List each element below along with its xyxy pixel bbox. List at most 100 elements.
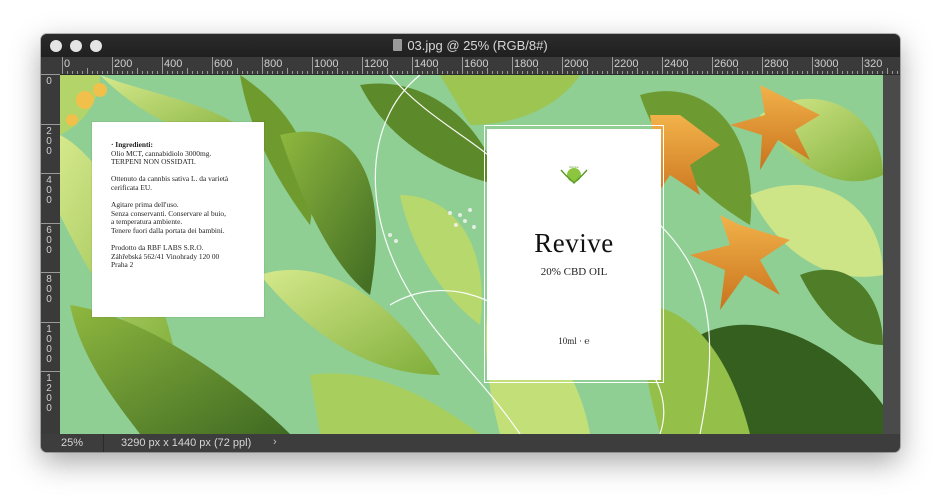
ruler-minor-tick — [407, 71, 408, 74]
ruler-minor-tick — [527, 71, 528, 74]
ruler-minor-tick — [802, 71, 803, 74]
ruler-h-label: 2000 — [564, 58, 589, 70]
ruler-minor-tick — [787, 68, 788, 74]
ruler-major-tick — [662, 57, 663, 74]
ruler-v-label: 0 — [46, 403, 52, 414]
ruler-minor-tick — [697, 71, 698, 74]
back-label-body: Olio MCT, cannabidiolo 3000mg. TERPENI N… — [111, 148, 229, 270]
ruler-minor-tick — [582, 71, 583, 74]
ruler-minor-tick — [817, 71, 818, 74]
ruler-minor-tick — [492, 71, 493, 74]
document-size: 3290 px x 1440 px (72 ppl) — [121, 437, 252, 449]
ruler-minor-tick — [387, 68, 388, 74]
ruler-v-label: 0 — [46, 353, 52, 365]
ruler-minor-tick — [547, 71, 548, 74]
ruler-major-tick — [762, 57, 763, 74]
ruler-minor-tick — [717, 71, 718, 74]
ruler-h-label: 1200 — [364, 58, 389, 70]
ruler-h-label: 0 — [64, 58, 71, 70]
status-divider — [103, 434, 104, 452]
ruler-minor-tick — [572, 71, 573, 74]
zoom-level[interactable]: 25% — [61, 437, 83, 449]
ruler-minor-tick — [157, 71, 158, 74]
ruler-minor-tick — [502, 71, 503, 74]
ruler-v-tick — [41, 321, 60, 323]
vertical-scrollbar[interactable] — [883, 75, 900, 434]
ruler-minor-tick — [777, 71, 778, 74]
ruler-major-tick — [312, 57, 313, 74]
volume-text: 10ml · ℮ — [558, 336, 590, 346]
ruler-v-label: 6 — [46, 224, 52, 236]
ruler-minor-tick — [467, 71, 468, 74]
ruler-v-label: 0 — [46, 244, 52, 256]
ruler-minor-tick — [672, 71, 673, 74]
ruler-h-label: 2200 — [614, 58, 639, 70]
brand-name: Revive — [534, 228, 614, 258]
ruler-minor-tick — [867, 71, 868, 74]
ruler-v-label: 0 — [46, 333, 52, 345]
ruler-major-tick — [262, 57, 263, 74]
ruler-minor-tick — [152, 71, 153, 74]
ruler-major-tick — [362, 57, 363, 74]
ruler-minor-tick — [832, 71, 833, 74]
ruler-h-label: 600 — [214, 58, 233, 70]
ruler-minor-tick — [192, 71, 193, 74]
ruler-h-label: 1600 — [464, 58, 489, 70]
ruler-minor-tick — [722, 71, 723, 74]
ruler-minor-tick — [267, 71, 268, 74]
ruler-minor-tick — [537, 68, 538, 74]
ruler-h-label: 800 — [264, 58, 283, 70]
ruler-minor-tick — [607, 71, 608, 74]
ruler-v-label: 0 — [46, 195, 52, 206]
ruler-minor-tick — [872, 71, 873, 74]
ruler-minor-tick — [377, 71, 378, 74]
document-icon — [393, 39, 403, 51]
ruler-minor-tick — [127, 71, 128, 74]
ruler-minor-tick — [622, 71, 623, 74]
horizontal-ruler[interactable]: 0 200 400 600 800 1000 1200 1400 1600 1800 2000 220… — [60, 57, 900, 75]
ruler-minor-tick — [597, 71, 598, 74]
ruler-minor-tick — [752, 71, 753, 74]
ruler-h-label: 2400 — [664, 58, 689, 70]
ruler-minor-tick — [402, 71, 403, 74]
ruler-minor-tick — [132, 71, 133, 74]
ruler-minor-tick — [107, 71, 108, 74]
ruler-minor-tick — [342, 71, 343, 74]
ruler-minor-tick — [882, 71, 883, 74]
ruler-minor-tick — [142, 71, 143, 74]
ruler-minor-tick — [497, 71, 498, 74]
ruler-minor-tick — [82, 71, 83, 74]
ruler-minor-tick — [202, 71, 203, 74]
ruler-minor-tick — [637, 68, 638, 74]
ruler-v-tick — [41, 371, 60, 372]
ruler-major-tick — [812, 57, 813, 74]
ruler-minor-tick — [792, 71, 793, 74]
ruler-minor-tick — [292, 71, 293, 74]
ruler-h-label: 3000 — [814, 58, 839, 70]
vertical-ruler[interactable]: 020040060080010001200 — [41, 74, 61, 434]
window-title-text: 03.jpg @ 25% (RGB/8#) — [407, 38, 548, 53]
logo-wordmark: Revive — [569, 165, 579, 169]
ruler-minor-tick — [182, 71, 183, 74]
ruler-minor-tick — [147, 71, 148, 74]
ruler-corner[interactable] — [41, 57, 60, 74]
ruler-minor-tick — [237, 68, 238, 74]
ruler-minor-tick — [367, 71, 368, 74]
ruler-v-label: 0 — [46, 234, 52, 246]
ruler-minor-tick — [347, 71, 348, 74]
ruler-minor-tick — [87, 68, 88, 74]
ruler-v-tick — [41, 74, 60, 75]
ruler-minor-tick — [92, 71, 93, 74]
status-menu-arrow-icon[interactable]: › — [273, 436, 277, 448]
ruler-minor-tick — [667, 71, 668, 74]
ruler-v-label: 0 — [46, 294, 52, 305]
photoshop-window: 03.jpg @ 25% (RGB/8#) 0 200 400 600 800 1000 1… — [41, 34, 900, 452]
document-canvas[interactable]: · Ingredienti: Olio MCT, cannabidiolo 30… — [60, 75, 883, 434]
ruler-minor-tick — [177, 71, 178, 74]
ruler-major-tick — [62, 57, 63, 74]
ruler-minor-tick — [122, 71, 123, 74]
ruler-minor-tick — [822, 71, 823, 74]
ruler-minor-tick — [732, 71, 733, 74]
ruler-minor-tick — [887, 68, 888, 74]
ruler-v-label: 1 — [46, 323, 52, 335]
